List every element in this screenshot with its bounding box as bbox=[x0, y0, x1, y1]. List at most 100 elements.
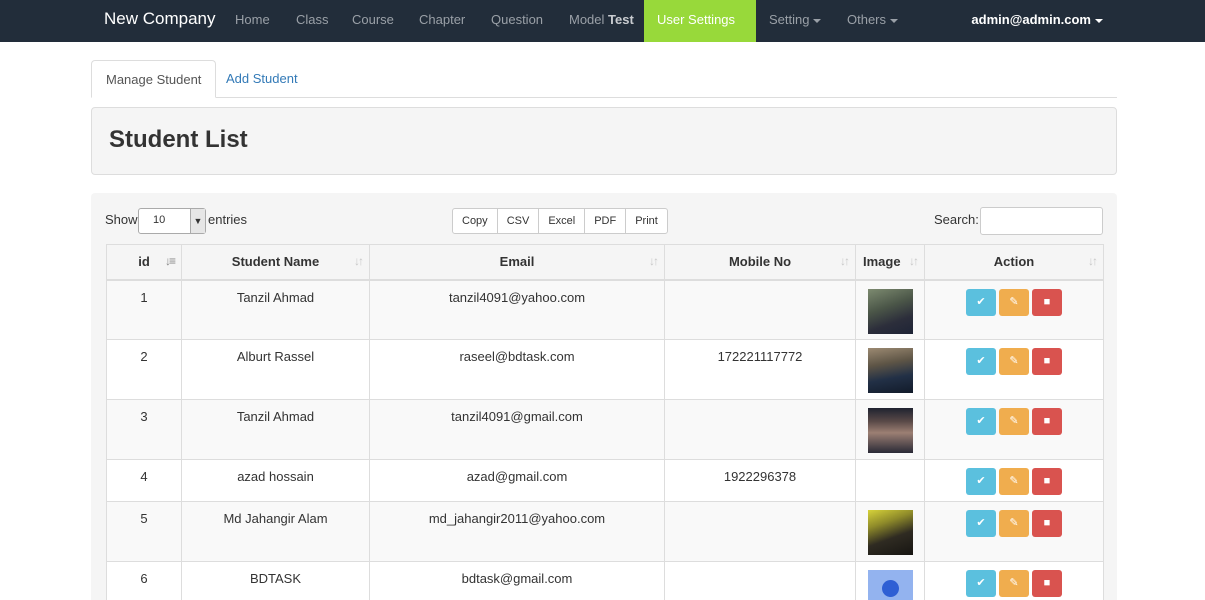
csv-button[interactable]: CSV bbox=[496, 208, 540, 234]
cell-name: Tanzil Ahmad bbox=[181, 399, 370, 460]
tab-bar: Manage Student Add Student bbox=[91, 60, 1117, 98]
column-header-label: id bbox=[138, 254, 150, 270]
nav-setting[interactable]: Setting bbox=[756, 0, 834, 42]
check-icon[interactable]: ✔ bbox=[966, 570, 996, 597]
trash-icon[interactable]: ■ bbox=[1032, 468, 1062, 495]
cell-mobile: 1922296378 bbox=[664, 459, 856, 502]
cell-email: tanzil4091@gmail.com bbox=[369, 399, 665, 460]
check-icon[interactable]: ✔ bbox=[966, 510, 996, 537]
cell-name: Md Jahangir Alam bbox=[181, 501, 370, 562]
cell-image bbox=[855, 399, 925, 460]
user-email: admin@admin.com bbox=[971, 12, 1091, 27]
nav-user-settings[interactable]: User Settings bbox=[644, 0, 756, 63]
cell-id: 6 bbox=[106, 561, 182, 600]
cell-name: Tanzil Ahmad bbox=[181, 279, 370, 340]
column-header-image[interactable]: Image ↓↑ bbox=[855, 244, 925, 281]
table-row: 4 azad hossain azad@gmail.com 1922296378… bbox=[106, 459, 1104, 502]
edit-icon[interactable]: ✎ bbox=[999, 510, 1029, 537]
user-menu[interactable]: admin@admin.com bbox=[971, 0, 1103, 42]
tab-add-student[interactable]: Add Student bbox=[212, 60, 312, 98]
tab-manage-student[interactable]: Manage Student bbox=[91, 60, 217, 98]
nav-model-test[interactable]: Model Test bbox=[556, 0, 647, 42]
avatar bbox=[867, 348, 913, 393]
cell-action: ✔ ✎ ■ bbox=[924, 561, 1104, 600]
table-row: 3 Tanzil Ahmad tanzil4091@gmail.com ✔ ✎ ■ bbox=[106, 399, 1104, 460]
nav-home[interactable]: Home bbox=[222, 0, 283, 42]
column-header-label: Mobile No bbox=[728, 254, 792, 270]
cell-id: 1 bbox=[106, 279, 182, 340]
trash-icon[interactable]: ■ bbox=[1032, 408, 1062, 435]
column-header-email[interactable]: Email ↓↑ bbox=[369, 244, 665, 281]
column-header-action[interactable]: Action ↓↑ bbox=[924, 244, 1104, 281]
avatar bbox=[867, 408, 913, 453]
trash-icon[interactable]: ■ bbox=[1032, 288, 1062, 316]
entries-value: 10 bbox=[153, 214, 166, 226]
edit-icon[interactable]: ✎ bbox=[999, 468, 1029, 495]
cell-email: md_jahangir2011@yahoo.com bbox=[369, 501, 665, 562]
cell-image bbox=[855, 459, 925, 502]
cell-name: azad hossain bbox=[181, 459, 370, 502]
nav-question[interactable]: Question bbox=[478, 0, 556, 42]
copy-button[interactable]: Copy bbox=[452, 208, 498, 234]
table-header-row: id ↓≡ Student Name ↓↑ Email ↓↑ Mobile No ↓↑ … bbox=[106, 244, 1104, 281]
edit-icon[interactable]: ✎ bbox=[999, 348, 1029, 375]
cell-mobile bbox=[664, 399, 856, 460]
avatar bbox=[867, 510, 913, 555]
nav-course[interactable]: Course bbox=[339, 0, 407, 42]
entries-select[interactable]: 10 ▼ bbox=[138, 208, 206, 234]
trash-icon[interactable]: ■ bbox=[1032, 510, 1062, 537]
export-button-group: Copy CSV Excel PDF Print bbox=[452, 208, 668, 234]
brand-logo[interactable]: New Company bbox=[104, 9, 216, 29]
sort-icon: ↓↑ bbox=[354, 254, 364, 268]
column-header-label: Action bbox=[993, 254, 1035, 270]
cell-mobile bbox=[664, 501, 856, 562]
cell-mobile: 172221117772 bbox=[664, 339, 856, 400]
cell-email: raseel@bdtask.com bbox=[369, 339, 665, 400]
check-icon[interactable]: ✔ bbox=[966, 348, 996, 375]
panel-heading: Student List bbox=[91, 107, 1117, 175]
cell-image bbox=[855, 279, 925, 340]
column-header-name[interactable]: Student Name ↓↑ bbox=[181, 244, 370, 281]
sort-asc-icon: ↓≡ bbox=[164, 254, 176, 268]
nav-others[interactable]: Others bbox=[834, 0, 911, 42]
entries-label: entries bbox=[208, 212, 248, 227]
cell-action: ✔ ✎ ■ bbox=[924, 399, 1104, 460]
nav-chapter[interactable]: Chapter bbox=[406, 0, 478, 42]
column-header-mobile[interactable]: Mobile No ↓↑ bbox=[664, 244, 856, 281]
cell-action: ✔ ✎ ■ bbox=[924, 459, 1104, 502]
column-header-label: Email bbox=[499, 254, 535, 270]
cell-id: 2 bbox=[106, 339, 182, 400]
column-header-id[interactable]: id ↓≡ bbox=[106, 244, 182, 281]
edit-icon[interactable]: ✎ bbox=[999, 570, 1029, 597]
cell-name: BDTASK bbox=[181, 561, 370, 600]
cell-action: ✔ ✎ ■ bbox=[924, 339, 1104, 400]
excel-button[interactable]: Excel bbox=[538, 208, 586, 234]
cell-action: ✔ ✎ ■ bbox=[924, 279, 1104, 340]
search-input[interactable] bbox=[980, 207, 1103, 235]
avatar bbox=[867, 288, 913, 334]
pdf-button[interactable]: PDF bbox=[584, 208, 627, 234]
cell-name: Alburt Rassel bbox=[181, 339, 370, 400]
check-icon[interactable]: ✔ bbox=[966, 288, 996, 316]
caret-down-icon bbox=[813, 18, 822, 23]
check-icon[interactable]: ✔ bbox=[966, 468, 996, 495]
nav-test-label: Test bbox=[608, 12, 634, 27]
cell-mobile bbox=[664, 279, 856, 340]
cell-mobile bbox=[664, 561, 856, 600]
caret-down-icon bbox=[1095, 18, 1103, 23]
nav-class[interactable]: Class bbox=[283, 0, 342, 42]
cell-action: ✔ ✎ ■ bbox=[924, 501, 1104, 562]
sort-icon: ↓↑ bbox=[909, 254, 919, 268]
nav-others-label: Others bbox=[847, 12, 887, 27]
check-icon[interactable]: ✔ bbox=[966, 408, 996, 435]
trash-icon[interactable]: ■ bbox=[1032, 348, 1062, 375]
edit-icon[interactable]: ✎ bbox=[999, 288, 1029, 316]
cell-id: 5 bbox=[106, 501, 182, 562]
print-button[interactable]: Print bbox=[625, 208, 668, 234]
search-label: Search: bbox=[934, 212, 979, 227]
cell-id: 3 bbox=[106, 399, 182, 460]
table-row: 6 BDTASK bdtask@gmail.com ✔ ✎ ■ bbox=[106, 561, 1104, 600]
edit-icon[interactable]: ✎ bbox=[999, 408, 1029, 435]
chevron-down-icon: ▼ bbox=[190, 209, 205, 233]
trash-icon[interactable]: ■ bbox=[1032, 570, 1062, 597]
